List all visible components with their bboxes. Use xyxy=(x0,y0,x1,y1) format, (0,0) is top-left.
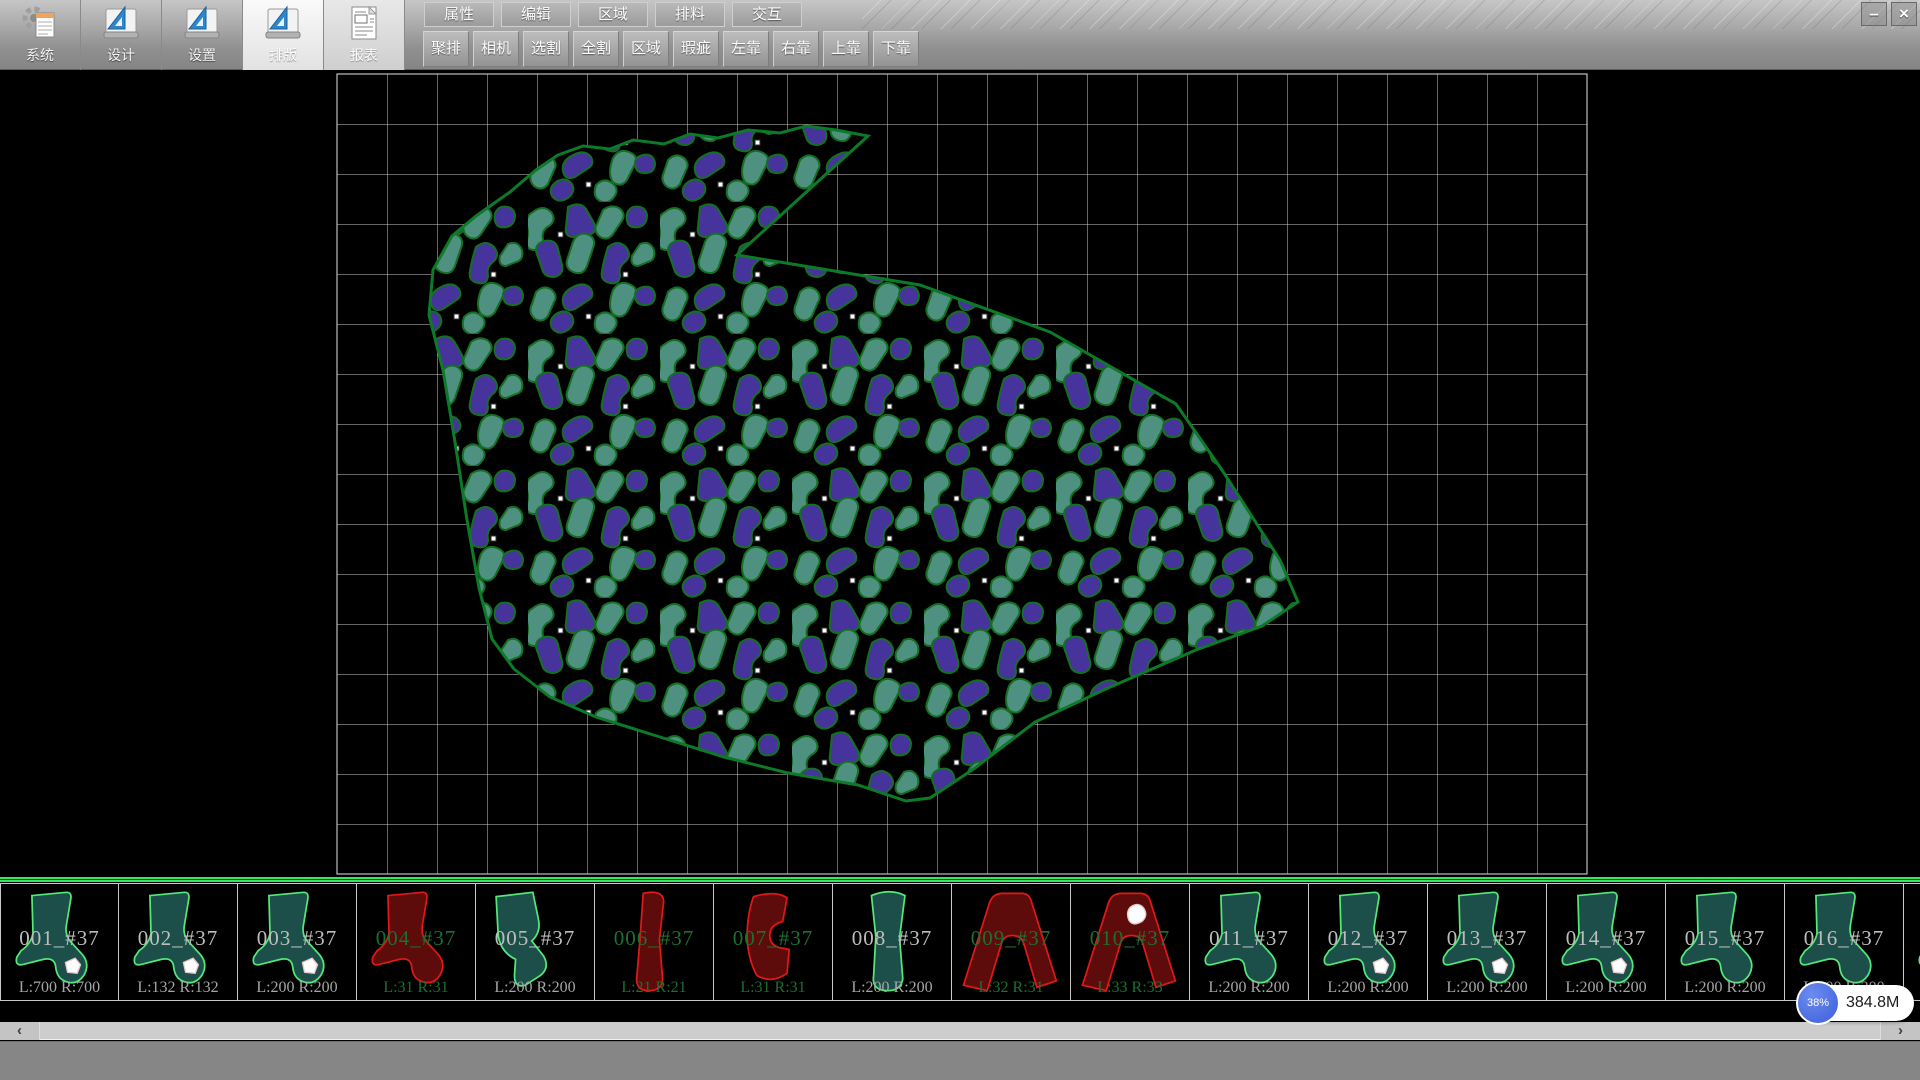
menu-item-3[interactable]: 区域 xyxy=(578,2,648,27)
main-button-2[interactable]: 设计 xyxy=(81,0,162,70)
piece-preview xyxy=(1909,886,1920,998)
piece-id-label: 002_#37 xyxy=(119,926,237,951)
piece-id-label: 003_#37 xyxy=(238,926,356,951)
thumbnail-cell-7[interactable]: 007_#37 L:31 R:31 xyxy=(714,883,833,1001)
thumbnail-cell-14[interactable]: 014_#37 L:200 R:200 xyxy=(1547,883,1666,1001)
thumbnail-cell-17[interactable] xyxy=(1904,883,1920,1001)
design-ruler-icon xyxy=(101,3,141,43)
report-doc-icon xyxy=(344,3,384,43)
thumbnail-strip: 001_#37 L:700 R:700 002_#37 L:132 R:132 … xyxy=(0,877,1920,1022)
main-button-3[interactable]: 设置 xyxy=(162,0,243,70)
main-button-label: 设置 xyxy=(188,45,216,65)
thumbnail-cell-16[interactable]: 016_#37 L:200 R:200 xyxy=(1785,883,1904,1001)
thumbnail-cell-4[interactable]: 004_#37 L:31 R:31 xyxy=(357,883,476,1001)
piece-id-label: 006_#37 xyxy=(595,926,713,951)
main-button-label: 排版 xyxy=(269,45,297,65)
piece-size-label: L:700 R:700 xyxy=(1,979,118,997)
piece-id-label: 013_#37 xyxy=(1428,926,1546,951)
tool-button-7[interactable]: 左靠 xyxy=(723,31,769,67)
thumbnail-cell-8[interactable]: 008_#37 L:200 R:200 xyxy=(833,883,952,1001)
layout-ruler-icon xyxy=(263,3,303,43)
main-button-label: 系统 xyxy=(26,45,54,65)
nesting-canvas[interactable] xyxy=(0,70,1920,877)
thumbnail-cell-6[interactable]: 006_#37 L:21 R:21 xyxy=(595,883,714,1001)
main-button-4[interactable]: 排版 xyxy=(243,0,324,70)
piece-size-label: L:200 R:200 xyxy=(833,979,951,997)
piece-id-label: 016_#37 xyxy=(1785,926,1903,951)
piece-size-label: L:200 R:200 xyxy=(1547,979,1665,997)
tool-button-3[interactable]: 选割 xyxy=(523,31,569,67)
window-controls: – × xyxy=(1861,2,1917,26)
thumbnail-cell-12[interactable]: 012_#37 L:200 R:200 xyxy=(1309,883,1428,1001)
memory-value: 384.8M xyxy=(1846,985,1899,1021)
piece-id-label: 008_#37 xyxy=(833,926,951,951)
tool-button-4[interactable]: 全割 xyxy=(573,31,619,67)
scroll-left-button[interactable]: ‹ xyxy=(0,1022,40,1040)
piece-size-label: L:31 R:31 xyxy=(357,979,475,997)
piece-size-label: L:200 R:200 xyxy=(1190,979,1308,997)
system-gear-doc-icon xyxy=(20,3,60,43)
tool-button-10[interactable]: 下靠 xyxy=(873,31,919,67)
minimize-button[interactable]: – xyxy=(1861,2,1887,26)
piece-size-label: L:200 R:200 xyxy=(1428,979,1546,997)
tool-button-9[interactable]: 上靠 xyxy=(823,31,869,67)
piece-id-label: 012_#37 xyxy=(1309,926,1427,951)
piece-size-label: L:132 R:132 xyxy=(119,979,237,997)
app-window: 系统 设计 设置 排版 报表 属性编辑区域排料交互 聚排相机选割全割区域瑕疵左靠… xyxy=(0,0,1920,1080)
settings-ruler-icon xyxy=(182,3,222,43)
titlebar: 系统 设计 设置 排版 报表 属性编辑区域排料交互 聚排相机选割全割区域瑕疵左靠… xyxy=(0,0,1920,70)
piece-id-label: 014_#37 xyxy=(1547,926,1665,951)
thumbnail-cell-9[interactable]: 009_#37 L:32 R:31 xyxy=(952,883,1071,1001)
tool-button-8[interactable]: 右靠 xyxy=(773,31,819,67)
memory-percent-badge: 38% xyxy=(1796,981,1840,1025)
menu-item-2[interactable]: 编辑 xyxy=(501,2,571,27)
piece-id-label: 009_#37 xyxy=(952,926,1070,951)
piece-id-label: 010_#37 xyxy=(1071,926,1189,951)
titlebar-hatch xyxy=(862,0,1920,29)
status-bar xyxy=(0,1041,1920,1080)
tool-button-6[interactable]: 瑕疵 xyxy=(673,31,719,67)
menu-item-5[interactable]: 交互 xyxy=(732,2,802,27)
main-button-label: 报表 xyxy=(350,45,378,65)
piece-size-label: L:33 R:33 xyxy=(1071,979,1189,997)
main-button-5[interactable]: 报表 xyxy=(324,0,405,70)
thumbnail-cell-3[interactable]: 003_#37 L:200 R:200 xyxy=(238,883,357,1001)
piece-size-label: L:32 R:31 xyxy=(952,979,1070,997)
thumbnail-cell-11[interactable]: 011_#37 L:200 R:200 xyxy=(1190,883,1309,1001)
menu-row: 属性编辑区域排料交互 xyxy=(424,2,802,27)
piece-id-label: 001_#37 xyxy=(1,926,118,951)
piece-size-label: L:200 R:200 xyxy=(476,979,594,997)
thumbnail-cell-13[interactable]: 013_#37 L:200 R:200 xyxy=(1428,883,1547,1001)
menu-item-4[interactable]: 排料 xyxy=(655,2,725,27)
piece-id-label: 004_#37 xyxy=(357,926,475,951)
piece-id-label: 015_#37 xyxy=(1666,926,1784,951)
piece-size-label: L:200 R:200 xyxy=(1666,979,1784,997)
canvas-area xyxy=(0,70,1920,877)
main-button-1[interactable]: 系统 xyxy=(0,0,81,70)
piece-size-label: L:200 R:200 xyxy=(238,979,356,997)
scroll-right-button[interactable]: › xyxy=(1880,1022,1920,1040)
thumbnail-cells: 001_#37 L:700 R:700 002_#37 L:132 R:132 … xyxy=(0,883,1920,1001)
tool-row: 聚排相机选割全割区域瑕疵左靠右靠上靠下靠 xyxy=(423,31,919,67)
piece-id-label: 007_#37 xyxy=(714,926,832,951)
piece-size-label: L:21 R:21 xyxy=(595,979,713,997)
piece-size-label: L:200 R:200 xyxy=(1309,979,1427,997)
tool-button-2[interactable]: 相机 xyxy=(473,31,519,67)
piece-id-label: 011_#37 xyxy=(1190,926,1308,951)
thumbnail-cell-15[interactable]: 015_#37 L:200 R:200 xyxy=(1666,883,1785,1001)
main-button-label: 设计 xyxy=(107,45,135,65)
thumbnail-cell-10[interactable]: 010_#37 L:33 R:33 xyxy=(1071,883,1190,1001)
horizontal-scrollbar[interactable]: ‹ › xyxy=(0,1022,1920,1040)
memory-badge: 38% 384.8M xyxy=(1800,985,1914,1021)
tool-button-1[interactable]: 聚排 xyxy=(423,31,469,67)
piece-size-label: L:31 R:31 xyxy=(714,979,832,997)
close-button[interactable]: × xyxy=(1891,2,1917,26)
piece-id-label: 005_#37 xyxy=(476,926,594,951)
thumbnail-cell-2[interactable]: 002_#37 L:132 R:132 xyxy=(119,883,238,1001)
thumbnail-cell-5[interactable]: 005_#37 L:200 R:200 xyxy=(476,883,595,1001)
menu-item-1[interactable]: 属性 xyxy=(424,2,494,27)
thumbnail-cell-1[interactable]: 001_#37 L:700 R:700 xyxy=(0,883,119,1001)
main-button-row: 系统 设计 设置 排版 报表 xyxy=(0,0,405,70)
tool-button-5[interactable]: 区域 xyxy=(623,31,669,67)
